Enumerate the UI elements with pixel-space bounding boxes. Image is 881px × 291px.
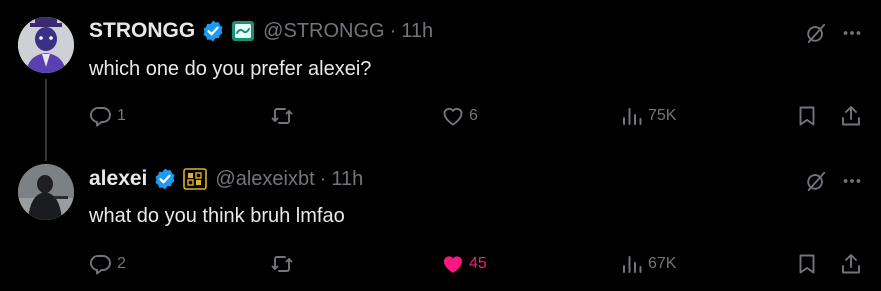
repost-icon — [271, 108, 293, 124]
bookmark-icon — [799, 106, 815, 126]
avatar-image — [18, 17, 74, 73]
separator-dot: · — [389, 19, 397, 42]
share-icon — [842, 106, 860, 126]
like-filled-icon — [443, 256, 463, 273]
avatar-image — [18, 164, 74, 220]
tweet-text: what do you think bruh lmfao — [89, 205, 345, 227]
tweet-top-actions — [805, 22, 863, 44]
thread-line — [45, 79, 47, 161]
verified-badge-icon[interactable] — [153, 167, 177, 191]
tweet-header: alexei @alexeixbt · 11h — [89, 164, 363, 194]
reply-icon — [89, 107, 111, 127]
affiliate-badge-icon[interactable] — [231, 20, 255, 42]
more-icon[interactable] — [841, 22, 863, 44]
share-icon — [842, 254, 860, 274]
repost-button[interactable] — [270, 252, 294, 276]
share-button[interactable] — [839, 104, 863, 128]
tweet-top-actions — [805, 170, 863, 192]
views-button[interactable]: 75K — [620, 104, 676, 128]
reply-icon — [89, 255, 111, 275]
handle[interactable]: @alexeixbt — [215, 168, 314, 191]
bookmark-button[interactable] — [795, 252, 819, 276]
affiliate-badge-icon[interactable] — [183, 168, 208, 190]
view-count: 67K — [648, 255, 677, 272]
tweet[interactable]: STRONGG @STRONGG · 11h which one do you … — [0, 0, 881, 161]
share-button[interactable] — [839, 252, 863, 276]
reply-count: 2 — [117, 255, 126, 272]
tweet[interactable]: alexei @alexeixbt · 11h what do you thin… — [0, 150, 881, 291]
tweet-text: which one do you prefer alexei? — [89, 58, 372, 80]
avatar[interactable] — [18, 17, 74, 73]
like-button[interactable]: 45 — [441, 252, 487, 276]
view-count: 75K — [648, 107, 677, 124]
timestamp[interactable]: 11h — [401, 20, 433, 43]
display-name[interactable]: alexei — [89, 167, 147, 191]
like-icon — [443, 107, 463, 126]
grok-icon[interactable] — [805, 170, 827, 192]
views-button[interactable]: 67K — [620, 252, 676, 276]
reply-button[interactable]: 2 — [89, 252, 126, 276]
grok-icon[interactable] — [805, 22, 827, 44]
repost-icon — [271, 256, 293, 272]
like-button[interactable]: 6 — [441, 104, 478, 128]
tweet-header: STRONGG @STRONGG · 11h — [89, 16, 433, 46]
views-icon — [623, 108, 642, 125]
reply-button[interactable]: 1 — [89, 104, 126, 128]
repost-button[interactable] — [270, 104, 294, 128]
avatar[interactable] — [18, 164, 74, 220]
like-count: 6 — [469, 107, 478, 124]
like-count: 45 — [469, 255, 487, 272]
bookmark-icon — [799, 254, 815, 274]
handle[interactable]: @STRONGG — [263, 20, 384, 43]
display-name[interactable]: STRONGG — [89, 19, 195, 43]
more-icon[interactable] — [841, 170, 863, 192]
reply-count: 1 — [117, 107, 126, 124]
bookmark-button[interactable] — [795, 104, 819, 128]
views-icon — [623, 256, 642, 273]
timestamp[interactable]: 11h — [331, 168, 363, 191]
verified-badge-icon[interactable] — [201, 19, 225, 43]
separator-dot: · — [319, 167, 327, 190]
